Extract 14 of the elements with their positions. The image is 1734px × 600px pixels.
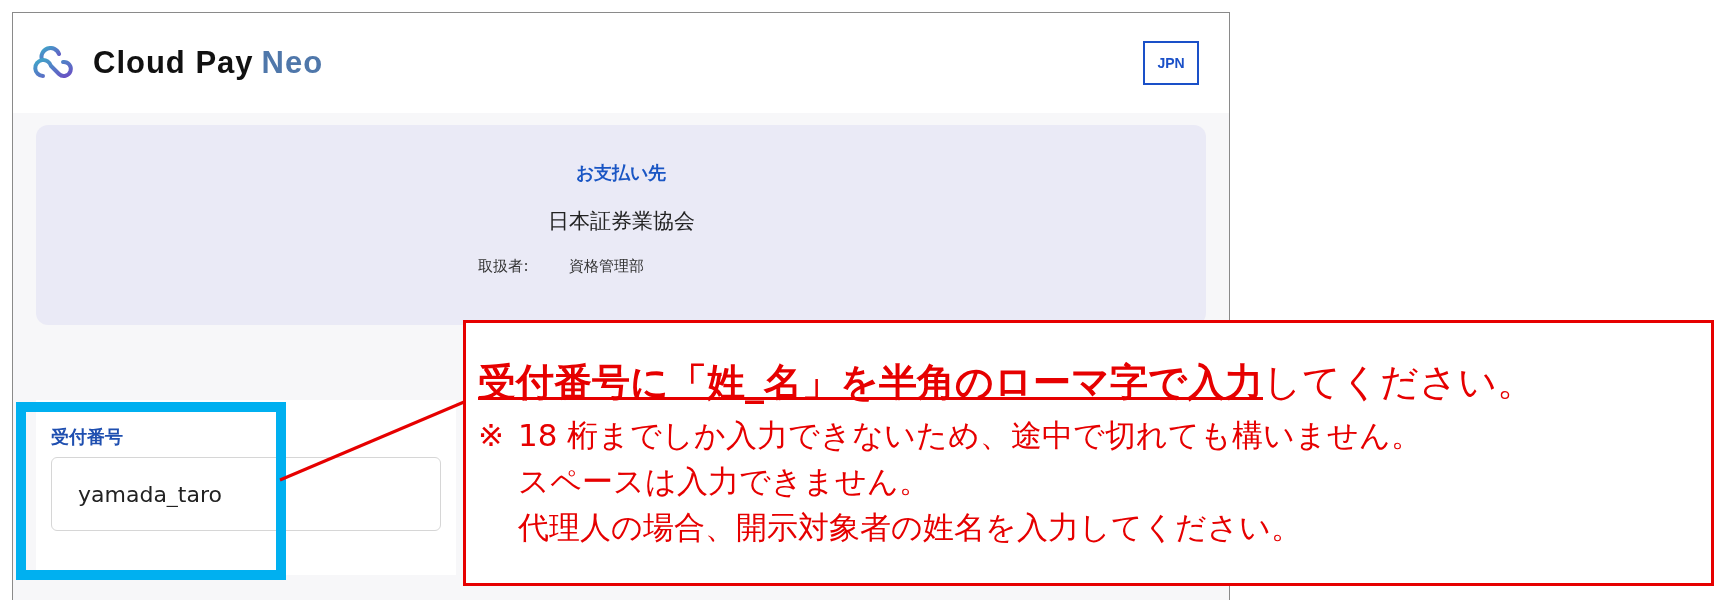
language-button[interactable]: JPN [1143, 41, 1199, 85]
annotation-note: 18 桁までしか入力できないため、途中で切れても構いません。 [518, 416, 1423, 455]
input-field[interactable]: yamada_taro [51, 457, 441, 531]
field-label: 受付番号 [51, 425, 123, 449]
payee-heading: お支払い先 [576, 161, 666, 185]
logo-text: Cloud Pay [93, 45, 254, 81]
annotation-note: スペースは入力できません。 [518, 462, 931, 501]
handler-label: 取扱者: [478, 257, 529, 276]
payee-name: 日本証券業協会 [547, 208, 695, 235]
annotation-headline: 受付番号に「姓_名」を半角のローマ字で入力してください。 [478, 359, 1536, 406]
annotation-note: 代理人の場合、開示対象者の姓名を入力してください。 [518, 508, 1303, 547]
handler-value: 資格管理部 [568, 257, 644, 276]
note-mark: ※ [478, 416, 504, 455]
logo-text: Neo [261, 45, 324, 81]
